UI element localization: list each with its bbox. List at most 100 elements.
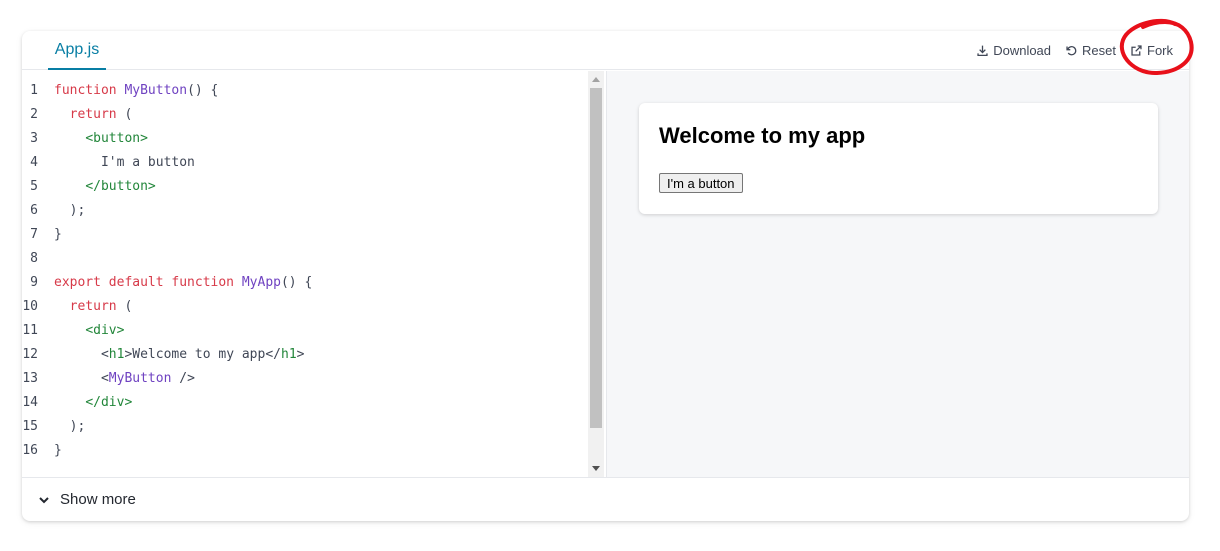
line-number: 8 — [30, 251, 38, 266]
code-token: MyApp — [241, 275, 281, 290]
reset-label: Reset — [1082, 43, 1116, 58]
code-token: <button> — [85, 131, 148, 146]
code-text: <h1>Welcome to my app</h1> — [54, 343, 305, 367]
tab-app-js[interactable]: App.js — [48, 31, 106, 70]
code-line[interactable]: 2 return ( — [22, 103, 606, 127]
code-token: function — [54, 83, 125, 98]
line-number: 2 — [30, 107, 38, 122]
scroll-down-arrow-icon[interactable] — [592, 466, 600, 471]
download-icon — [977, 45, 988, 57]
code-line[interactable]: 16} — [22, 439, 606, 463]
code-text: I'm a button — [54, 151, 195, 175]
code-token: } — [54, 227, 62, 242]
line-number: 16 — [22, 443, 38, 458]
code-token: () { — [187, 83, 219, 98]
code-text: ); — [54, 415, 86, 439]
code-text: <MyButton /> — [54, 367, 195, 391]
code-line[interactable]: 1 function MyButton() { — [22, 79, 606, 103]
code-token: } — [54, 443, 62, 458]
line-number: 4 — [30, 155, 38, 170]
code-text: return ( — [54, 295, 133, 319]
code-text: </button> — [54, 175, 156, 199]
show-more-label: Show more — [60, 491, 136, 508]
code-text: <button> — [54, 127, 148, 151]
code-line[interactable]: 8 — [22, 247, 606, 271]
code-token: I'm a button — [54, 155, 195, 170]
code-line[interactable]: 15 ); — [22, 415, 606, 439]
show-more-button[interactable]: Show more — [22, 477, 1189, 521]
line-number: 7 — [30, 227, 38, 242]
line-number: 15 — [22, 419, 38, 434]
code-token: <div> — [85, 323, 125, 338]
preview-heading: Welcome to my app — [659, 123, 866, 148]
code-line[interactable]: 14 </div> — [22, 391, 606, 415]
code-line[interactable]: 3 <button> — [22, 127, 606, 151]
line-number: 1 — [30, 83, 38, 98]
code-text: function MyButton() { — [54, 79, 218, 103]
code-token: () { — [280, 275, 313, 290]
line-number: 10 — [22, 299, 38, 314]
code-text: return ( — [54, 103, 133, 127]
code-line[interactable]: 9 export default function MyApp() { — [22, 271, 606, 295]
code-text: export default function MyApp() { — [54, 271, 312, 295]
code-token: ( — [124, 299, 133, 314]
chevron-down-icon — [39, 496, 49, 503]
code-token: ); — [54, 203, 86, 218]
line-number: 5 — [30, 179, 38, 194]
line-number: 6 — [30, 203, 38, 218]
code-line[interactable]: 4 I'm a button — [22, 151, 606, 175]
reset-icon — [1066, 46, 1077, 56]
download-label: Download — [993, 43, 1052, 58]
code-token: return — [54, 107, 125, 122]
line-number: 14 — [22, 395, 38, 410]
code-line[interactable]: 11 <div> — [22, 319, 606, 343]
reset-button[interactable]: Reset — [1065, 43, 1116, 58]
code-line[interactable]: 7} — [22, 223, 606, 247]
code-text: <div> — [54, 319, 124, 343]
preview-card: Welcome to my app I'm a button — [639, 103, 1158, 214]
code-line[interactable]: 13 <MyButton /> — [22, 367, 606, 391]
scroll-up-arrow-icon[interactable] — [592, 77, 600, 82]
code-token: h1 — [281, 347, 297, 362]
code-token: > — [296, 347, 305, 362]
code-text: </div> — [54, 391, 132, 415]
code-token: ); — [54, 419, 86, 434]
fork-button[interactable]: Fork — [1130, 43, 1173, 58]
code-line[interactable]: 5 </button> — [22, 175, 606, 199]
code-editor[interactable]: 1 function MyButton() {2 return (3 <butto… — [22, 71, 606, 477]
code-line[interactable]: 6 ); — [22, 199, 606, 223]
code-token: ( — [124, 107, 133, 122]
code-token: /> — [171, 371, 195, 386]
line-number: 13 — [22, 371, 38, 386]
code-token: < — [54, 371, 109, 386]
code-line[interactable]: 12 <h1>Welcome to my app</h1> — [22, 343, 606, 367]
code-token: < — [54, 347, 109, 362]
code-token: export default function — [54, 275, 242, 290]
code-token: return — [54, 299, 125, 314]
preview-pane: Welcome to my app I'm a button — [606, 71, 1189, 477]
sandbox-header: App.js Download Reset Fork — [22, 31, 1189, 70]
editor-scrollbar[interactable] — [588, 71, 604, 477]
code-line[interactable]: 10 return ( — [22, 295, 606, 319]
download-button[interactable]: Download — [976, 43, 1051, 58]
code-text: } — [54, 439, 62, 463]
sandbox-actions: Download Reset Fork — [976, 31, 1173, 70]
line-number: 12 — [22, 347, 38, 362]
line-number: 3 — [30, 131, 38, 146]
preview-my-button[interactable]: I'm a button — [659, 173, 743, 193]
code-token: >Welcome to my app</ — [124, 347, 281, 362]
code-token: </button> — [85, 179, 156, 194]
line-number: 11 — [22, 323, 38, 338]
code-sandbox: App.js Download Reset Fork 1 function My… — [22, 31, 1189, 521]
code-token: h1 — [108, 347, 125, 362]
scrollbar-thumb[interactable] — [590, 88, 602, 428]
line-number: 9 — [30, 275, 38, 290]
fork-label: Fork — [1147, 43, 1173, 58]
external-link-icon — [1131, 45, 1142, 56]
code-text: ); — [54, 199, 86, 223]
code-text: } — [54, 223, 62, 247]
